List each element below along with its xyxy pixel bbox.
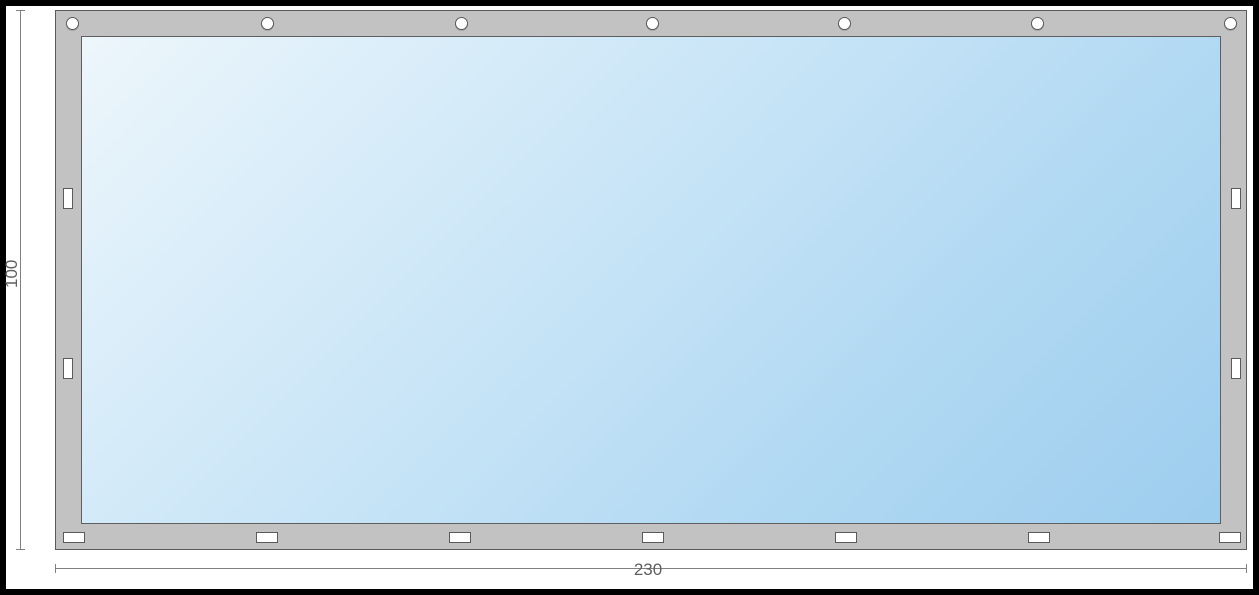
loop-icon	[63, 358, 73, 379]
dimension-label-width: 230	[628, 560, 668, 580]
tarp-frame	[55, 10, 1247, 550]
diagram-stage: 100 230	[0, 0, 1259, 595]
eyelet-icon	[66, 17, 79, 30]
tarp-cover	[81, 36, 1221, 524]
eyelet-icon	[838, 17, 851, 30]
loop-icon	[1231, 358, 1241, 379]
diagram-canvas: 100 230	[6, 6, 1253, 589]
loop-icon	[1231, 188, 1241, 209]
eyelet-icon	[261, 17, 274, 30]
loop-icon	[63, 532, 85, 543]
loop-icon	[449, 532, 471, 543]
eyelet-icon	[646, 17, 659, 30]
dimension-label-height: 100	[2, 268, 22, 288]
loop-icon	[642, 532, 664, 543]
eyelet-icon	[455, 17, 468, 30]
eyelet-icon	[1224, 17, 1237, 30]
eyelet-icon	[1031, 17, 1044, 30]
loop-icon	[1219, 532, 1241, 543]
loop-icon	[835, 532, 857, 543]
loop-icon	[1028, 532, 1050, 543]
loop-icon	[256, 532, 278, 543]
loop-icon	[63, 188, 73, 209]
